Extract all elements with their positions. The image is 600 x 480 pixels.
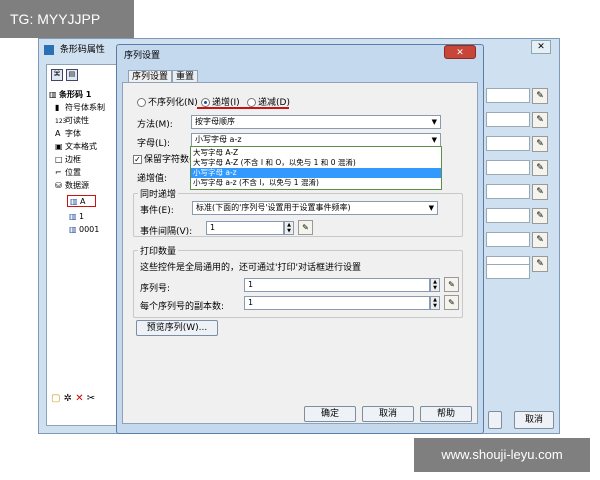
position-icon: ⌐ (55, 168, 62, 177)
back-edit-icon-1[interactable]: ✎ (532, 88, 548, 104)
back-edit-icon-6[interactable]: ✎ (532, 208, 548, 224)
event-interval-label: 事件间隔(V): (140, 227, 193, 237)
font-icon: A (55, 129, 61, 138)
letters-option[interactable]: 大写字母 A-Z (191, 148, 441, 158)
preview-serial-button[interactable]: 预览序列(W)... (136, 320, 218, 336)
back-ok-button[interactable] (488, 411, 502, 429)
back-field-9[interactable] (486, 264, 530, 279)
back-window-title: 条形码属性 (44, 42, 105, 58)
radio-indicator (201, 98, 210, 107)
copies-label: 每个序列号的副本数: (140, 302, 225, 312)
chevron-down-icon: ▼ (431, 118, 437, 126)
watermark: www.shouji-leyu.com (414, 438, 590, 472)
back-edit-icon-2[interactable]: ✎ (532, 112, 548, 128)
letters-dropdown-list: 大写字母 A-Z 大写字母 A-Z (不含 I 和 O，以免与 1 和 0 混淆… (190, 146, 442, 190)
tree-item-border[interactable]: □ 边框 (55, 154, 81, 166)
red-underline (197, 107, 289, 109)
copies-edit-icon[interactable]: ✎ (444, 295, 459, 310)
method-select[interactable]: 按字母顺序 ▼ (191, 115, 441, 129)
dialog-close-button[interactable]: ✕ (444, 45, 476, 59)
back-field-1[interactable] (486, 88, 530, 103)
back-window-close-button[interactable]: ✕ (531, 40, 551, 54)
tree-item-data-0001[interactable]: ▥ 0001 (69, 224, 99, 236)
event-label: 事件(E): (140, 206, 174, 216)
datasource-icon: ⛁ (55, 181, 62, 190)
tree-item-text-format[interactable]: ▣ 文本格式 (55, 141, 97, 153)
list-view-icon[interactable]: ▤ (65, 69, 78, 81)
copies-input[interactable]: 1 (244, 296, 430, 310)
properties-tree: ⌘ ▤ ▥ 条形码 1 ▮ 符号体系制 123可读性 A 字体 ▣ 文本格式 □ 边框 ⌐… (46, 64, 120, 426)
back-field-2[interactable] (486, 112, 530, 127)
event-select[interactable]: 标准(下面的'序列号'设置用于设置事件频率) ▼ (192, 201, 438, 215)
print-note: 这些控件是全局通用的，还可通过'打印'对话框进行设置 (140, 263, 361, 273)
back-field-6[interactable] (486, 208, 530, 223)
print-group-label: 打印数量 (138, 244, 179, 257)
serial-label: 序列号: (140, 284, 171, 294)
ok-button[interactable]: 确定 (304, 406, 356, 422)
tree-item-readability[interactable]: 123可读性 (55, 115, 89, 127)
checkbox-check-icon: ✓ (133, 155, 142, 164)
event-interval-spinner[interactable]: ▲ ▼ (284, 221, 294, 235)
letters-option[interactable]: 小写字母 a-z (不含 l，以免与 1 混淆) (191, 178, 441, 188)
back-edit-icon-5[interactable]: ✎ (532, 184, 548, 200)
data-item-icon: ▥ (70, 197, 78, 206)
back-edit-icon-7[interactable]: ✎ (532, 232, 548, 248)
letters-option-selected[interactable]: 小写字母 a-z (191, 168, 441, 178)
back-field-4[interactable] (486, 160, 530, 175)
cancel-button[interactable]: 取消 (362, 406, 414, 422)
overlay-tag: TG: MYYJJPP (0, 0, 134, 38)
back-field-7[interactable] (486, 232, 530, 247)
event-interval-input[interactable]: 1 (206, 221, 284, 235)
back-help-button[interactable]: 取消 (514, 411, 554, 429)
serial-input[interactable]: 1 (244, 278, 430, 292)
letters-label: 字母(L): (137, 139, 171, 149)
tree-view-icon[interactable]: ⌘ (51, 69, 63, 81)
tree-item-data-1[interactable]: ▥ 1 (69, 211, 84, 223)
tree-item-font[interactable]: A 字体 (55, 128, 81, 140)
sync-group-label: 同时递增 (138, 187, 179, 200)
text-format-icon: ▣ (55, 142, 63, 151)
tree-item-datasource[interactable]: ⛁ 数据源 (55, 180, 89, 192)
tree-item-position[interactable]: ⌐ 位置 (55, 167, 81, 179)
delete-icon[interactable]: ✕ (75, 393, 83, 404)
border-icon: □ (55, 155, 63, 164)
chevron-down-icon: ▼ (431, 136, 437, 144)
help-button[interactable]: 帮助 (420, 406, 472, 422)
event-interval-edit-icon[interactable]: ✎ (298, 220, 313, 235)
app-icon (44, 44, 54, 55)
tree-item-barcode[interactable]: ▥ 条形码 1 (49, 89, 91, 101)
cut-icon[interactable]: ✂ (87, 393, 95, 404)
back-field-3[interactable] (486, 136, 530, 151)
readability-icon: 123 (55, 118, 67, 125)
new-icon[interactable]: ▢ (51, 393, 60, 404)
radio-indicator (247, 98, 256, 107)
symbology-icon: ▮ (55, 103, 60, 112)
serial-spinner[interactable]: ▲ ▼ (430, 278, 440, 292)
back-edit-icon-4[interactable]: ✎ (532, 160, 548, 176)
tree-item-symbology[interactable]: ▮ 符号体系制 (55, 102, 105, 114)
radio-no-serialize[interactable]: 不序列化(N) (137, 95, 198, 108)
method-label: 方法(M): (137, 120, 173, 130)
copies-spinner[interactable]: ▲ ▼ (430, 296, 440, 310)
data-item-icon: ▥ (69, 225, 77, 234)
chevron-down-icon: ▼ (428, 204, 434, 212)
dialog-title: 序列设置 (124, 51, 161, 61)
keep-chars-checkbox[interactable]: ✓ 保留字符数( (133, 152, 193, 165)
back-edit-icon-3[interactable]: ✎ (532, 136, 548, 152)
radio-indicator (137, 98, 146, 107)
back-field-5[interactable] (486, 184, 530, 199)
letters-select[interactable]: 小写字母 a-z ▼ (191, 133, 441, 147)
barcode-icon: ▥ (49, 90, 57, 99)
letters-option[interactable]: 大写字母 A-Z (不含 I 和 O，以免与 1 和 0 混淆) (191, 158, 441, 168)
tree-item-data-a[interactable]: ▥ A (67, 195, 97, 207)
data-item-icon: ▥ (69, 212, 77, 221)
increment-label: 递增值: (137, 174, 168, 184)
add-icon[interactable]: ✲ (64, 393, 72, 404)
back-edit-icon-8[interactable]: ✎ (532, 256, 548, 272)
serial-edit-icon[interactable]: ✎ (444, 277, 459, 292)
